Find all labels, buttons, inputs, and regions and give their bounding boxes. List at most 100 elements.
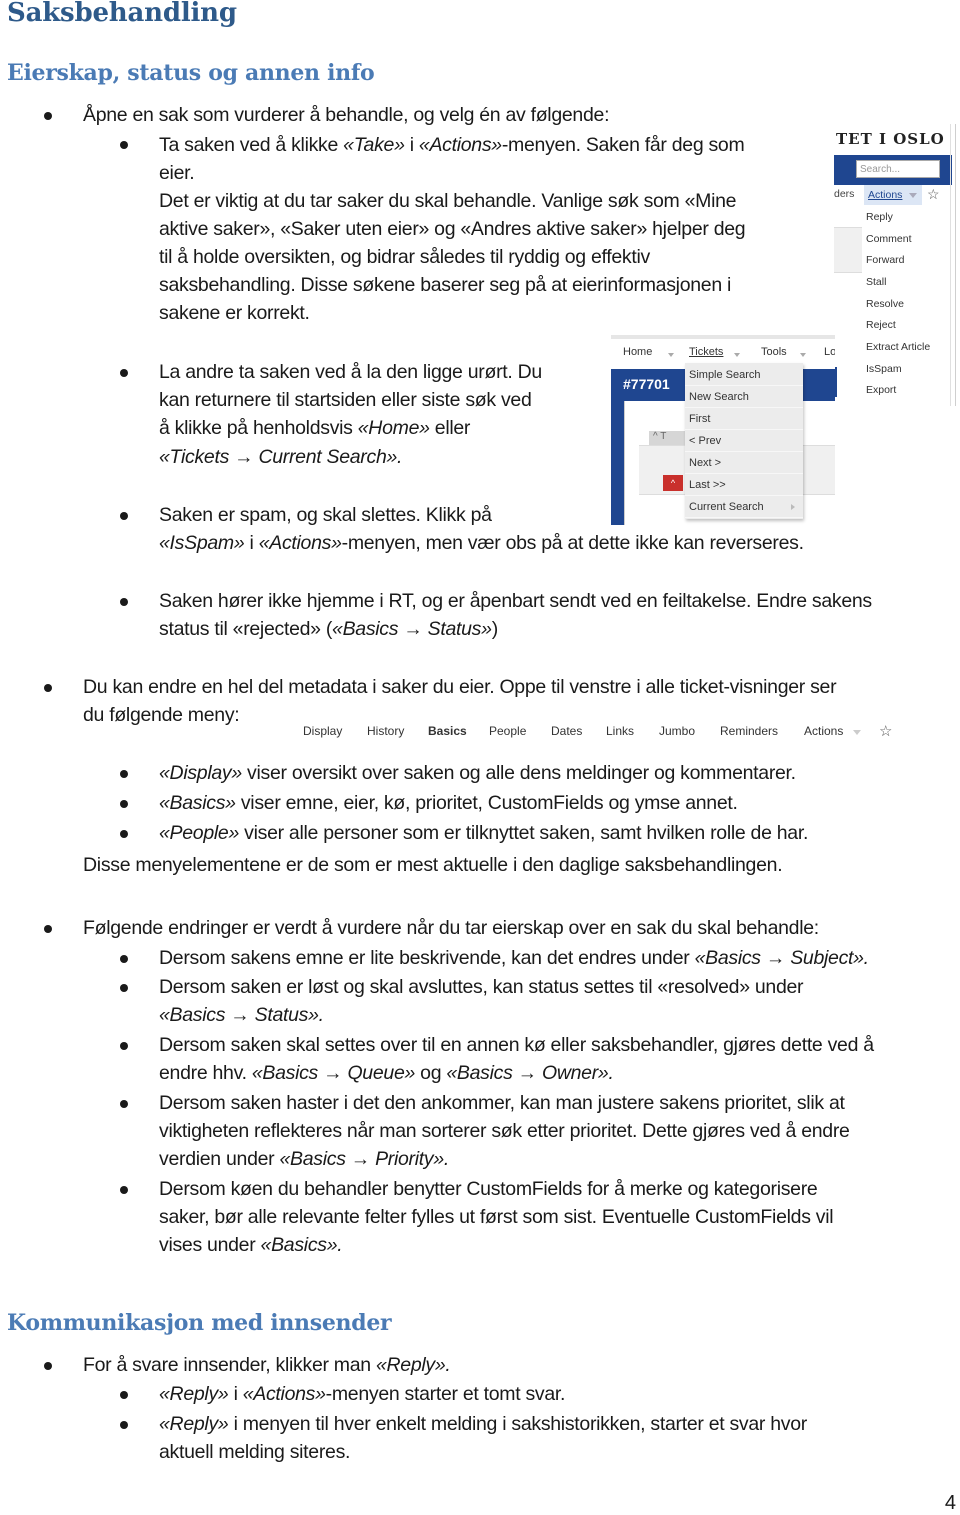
change-customfields-1: Dersom køen du behandler benytter Custom… [159,1178,818,1200]
menu-item-comment[interactable]: Comment [866,233,912,245]
tab-fragment: ders [834,188,855,200]
chevron-down-icon [853,730,861,735]
take-line-1: Ta saken ved å klikke «Take» i «Actions»… [159,134,745,156]
change-status-1: Dersom saken er løst og skal avsluttes, … [159,976,804,998]
star-icon[interactable]: ☆ [879,722,892,740]
menu-item-export[interactable]: Export [866,384,896,396]
bullet [44,112,52,120]
tab-basics[interactable]: Basics [428,724,467,738]
bullet [120,800,128,808]
take-line-4: aktive saker», «Saker uten eier» og «And… [159,218,746,240]
chevron-down-icon [909,193,917,198]
menu-item-next[interactable]: Next > [685,453,803,474]
bullet [120,1391,128,1399]
menu-item-simple-search[interactable]: Simple Search [685,365,803,386]
change-priority-3: verdien under «Basics → Priority». [159,1148,450,1170]
reply-item-1: «Reply» i «Actions»-menyen starter et to… [159,1383,566,1405]
change-customfields-3: vises under «Basics». [159,1234,343,1256]
reject-line-2: status til «rejected» («Basics → Status»… [159,618,498,640]
take-line-5: til å holde oversikten, og bidrar sålede… [159,246,650,268]
chevron-down-icon [800,353,806,357]
bullet [44,1362,52,1370]
take-action-ref: «Take» [343,134,405,156]
leave-line-1: La andre ta saken ved å la den ligge urø… [159,361,542,383]
basics-desc: «Basics» viser emne, eier, kø, prioritet… [159,792,738,814]
document-page: Saksbehandling Eierskap, status og annen… [0,0,960,1515]
menu-item-reject[interactable]: Reject [866,319,896,331]
page-number: 4 [944,1492,956,1514]
display-desc: «Display» viser oversikt over saken og a… [159,762,796,784]
collapse-icon[interactable]: ^ [663,475,683,491]
actions-menu-ref: «Actions» [418,134,502,156]
nav-home[interactable]: Home [623,346,652,358]
tickets-current-search-ref: «Tickets → Current Search». [159,446,403,468]
tab-actions[interactable]: Actions [804,724,843,738]
nav-tools[interactable]: Tools [761,346,787,358]
menu-item-isspam[interactable]: IsSpam [866,363,902,375]
spam-line-2: «IsSpam» i «Actions»-menyen, men vær obs… [159,532,804,554]
take-line-6: saksbehandling. Disse søkene baserer seg… [159,274,732,296]
tab-history[interactable]: History [367,724,404,738]
menu-item-forward[interactable]: Forward [866,254,905,266]
chevron-down-icon [734,353,740,357]
bullet [120,598,128,606]
tickets-dropdown: Simple Search New Search First < Prev Ne… [685,363,803,519]
menu-item-resolve[interactable]: Resolve [866,298,904,310]
bullet [120,984,128,992]
collapse-tab[interactable]: ^ T [649,431,689,445]
bullet [120,1421,128,1429]
tickets-menu-screenshot: Home Tickets Tools Lo #77701 ^ T ^ Simpl… [611,335,835,525]
basics-status-ref: «Basics → Status» [332,618,492,640]
change-subject: Dersom sakens emne er lite beskrivende, … [159,947,869,969]
nav-logged-in[interactable]: Lo [824,346,835,358]
scrollbar-edge [950,124,951,406]
tab-people[interactable]: People [489,724,526,738]
home-ref: «Home» [357,417,430,439]
menu-item-last[interactable]: Last >> [685,475,803,496]
menu-item-first[interactable]: First [685,409,803,430]
change-priority-2: viktigheten reflekteres når man sorterer… [159,1120,850,1142]
take-line-7: sakene er korrekt. [159,302,310,324]
reject-line-1: Saken hører ikke hjemme i RT, og er åpen… [159,590,872,612]
nav-tickets[interactable]: Tickets [689,346,723,358]
search-input[interactable]: Search... [856,160,940,178]
tab-display[interactable]: Display [303,724,342,738]
leave-line-3: å klikke på henholdsvis «Home» eller [159,417,471,439]
menu-item-stall[interactable]: Stall [866,276,886,288]
bullet [120,141,128,149]
bullet [44,684,52,692]
bullet [44,925,52,933]
reply-item-2: «Reply» i menyen til hver enkelt melding… [159,1413,807,1435]
spam-line-1: Saken er spam, og skal slettes. Klikk på [159,504,492,526]
metadata-summary: Disse menyelementene er de som er mest a… [83,854,783,876]
changes-intro: Følgende endringer er verdt å vurdere nå… [83,917,819,939]
leave-line-2: kan returnere til startsiden eller siste… [159,389,532,411]
tab-dates[interactable]: Dates [551,724,582,738]
bullet [120,1100,128,1108]
bullet [120,1042,128,1050]
metadata-line-1: Du kan endre en hel del metadata i saker… [83,676,837,698]
change-status-2: «Basics → Status». [159,1004,324,1026]
page-title: Saksbehandling [7,0,237,28]
menu-item-reply[interactable]: Reply [866,211,893,223]
star-icon[interactable]: ☆ [927,186,940,203]
tab-links[interactable]: Links [606,724,634,738]
change-queue-1: Dersom saken skal settes over til en ann… [159,1034,874,1056]
actions-dropdown: Reply Comment Forward Stall Resolve Reje… [864,206,949,402]
chevron-down-icon [668,353,674,357]
menu-item-current-search[interactable]: Current Search [685,497,803,518]
bullet [120,512,128,520]
menu-item-extract-article[interactable]: Extract Article [866,341,930,353]
panel-fragment [834,227,862,273]
people-desc: «People» viser alle personer som er tilk… [159,822,809,844]
tab-reminders[interactable]: Reminders [720,724,778,738]
menu-item-prev[interactable]: < Prev [685,431,803,452]
bullet [120,770,128,778]
reply-item-2-cont: aktuell melding siteres. [159,1441,351,1463]
metadata-line-2: du følgende meny: [83,704,240,726]
reply-intro: For å svare innsender, klikker man «Repl… [83,1354,451,1376]
tab-jumbo[interactable]: Jumbo [659,724,695,738]
actions-menu-screenshot: TET I OSLO Search... ders Actions ☆ Repl… [834,124,956,406]
intro-text: Åpne en sak som vurderer å behandle, og … [83,104,610,126]
menu-item-new-search[interactable]: New Search [685,387,803,408]
